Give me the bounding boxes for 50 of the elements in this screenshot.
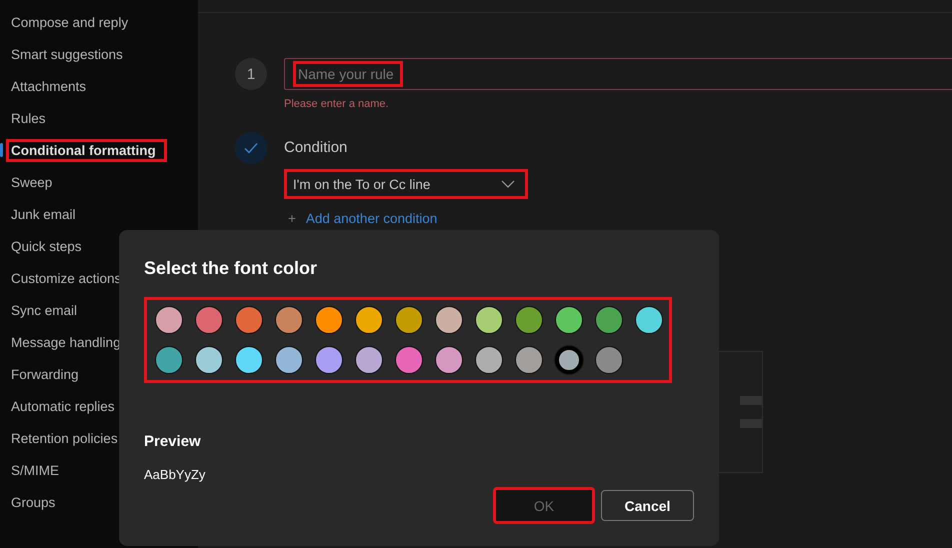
color-swatch[interactable] (515, 346, 543, 374)
color-swatch[interactable] (155, 346, 183, 374)
sidebar-item[interactable]: Sweep (6, 170, 64, 194)
color-swatch[interactable] (595, 306, 623, 334)
sidebar-item[interactable]: Groups (6, 490, 66, 514)
color-swatch[interactable] (475, 306, 503, 334)
color-swatch[interactable] (275, 306, 303, 334)
plus-icon: + (288, 211, 296, 226)
color-swatch[interactable] (235, 346, 263, 374)
color-swatch[interactable] (595, 346, 623, 374)
color-swatch[interactable] (475, 346, 503, 374)
color-swatch[interactable] (355, 306, 383, 334)
sidebar-item[interactable]: Smart suggestions (6, 42, 134, 66)
sidebar-item[interactable]: S/MIME (6, 458, 70, 482)
sidebar-item[interactable]: Sync email (6, 298, 88, 322)
error-message: Please enter a name. (284, 98, 390, 110)
color-swatch[interactable] (315, 306, 343, 334)
chevron-down-icon (501, 180, 515, 188)
cancel-button[interactable]: Cancel (601, 490, 694, 521)
sidebar-item[interactable]: Conditional formatting (6, 138, 167, 162)
condition-label: Condition (284, 139, 348, 156)
color-swatch[interactable] (435, 306, 463, 334)
sidebar-item[interactable]: Compose and reply (6, 10, 140, 34)
add-condition-link[interactable]: Add another condition (306, 211, 438, 226)
color-swatch[interactable] (275, 346, 303, 374)
color-swatch[interactable] (195, 306, 223, 334)
sidebar-item[interactable]: Attachments (6, 74, 98, 98)
preview-label: Preview (144, 433, 202, 450)
sidebar-item[interactable]: Junk email (6, 202, 87, 226)
color-swatch[interactable] (315, 346, 343, 374)
color-swatch[interactable] (635, 306, 663, 334)
color-swatch[interactable] (195, 346, 223, 374)
color-swatch[interactable] (355, 346, 383, 374)
dialog-title: Select the font color (144, 258, 318, 279)
sidebar-item[interactable]: Rules (6, 106, 57, 130)
color-swatch[interactable] (555, 346, 583, 374)
color-swatch[interactable] (395, 306, 423, 334)
color-swatch[interactable] (515, 306, 543, 334)
rule-name-input[interactable]: Name your rule (293, 61, 403, 87)
condition-dropdown[interactable]: I'm on the To or Cc line (284, 169, 528, 199)
preview-text: AaBbYyZy (144, 467, 206, 482)
color-swatch[interactable] (155, 306, 183, 334)
step-number: 1 (235, 58, 267, 90)
rule-name-field[interactable]: Name your rule (284, 58, 952, 90)
color-swatch[interactable] (235, 306, 263, 334)
color-swatch[interactable] (435, 346, 463, 374)
sidebar-item[interactable]: Forwarding (6, 362, 90, 386)
color-swatch[interactable] (555, 306, 583, 334)
sidebar-item[interactable]: Quick steps (6, 234, 93, 258)
color-swatch[interactable] (395, 346, 423, 374)
